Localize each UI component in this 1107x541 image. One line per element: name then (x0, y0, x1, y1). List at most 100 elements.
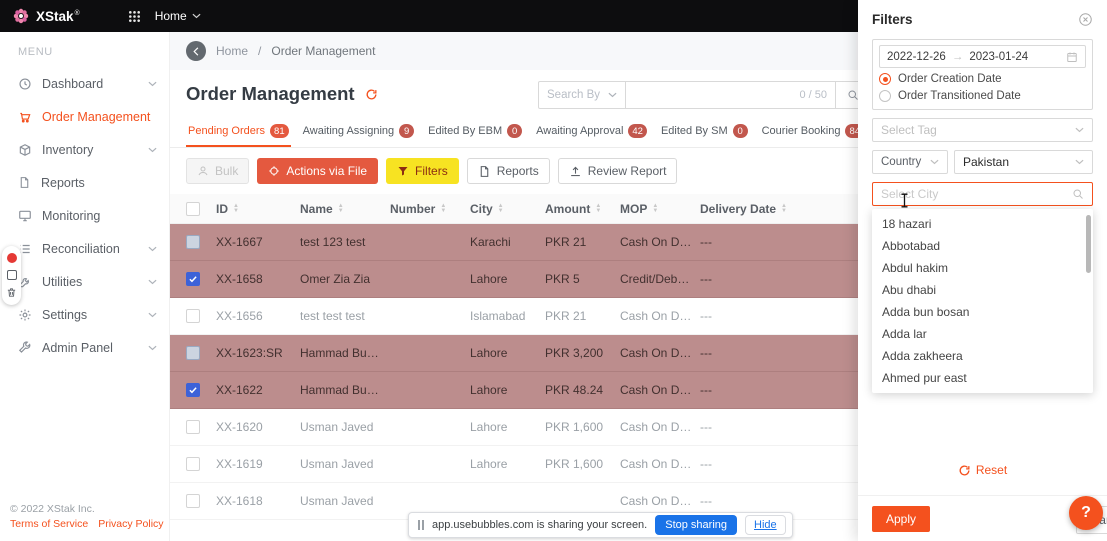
row-checkbox-cell (186, 383, 216, 397)
chevron-down-icon (1075, 127, 1084, 133)
cell-mop: Cash On Deliv... (620, 309, 700, 323)
column-label: Amount (545, 202, 590, 216)
sort-carets-icon: ▲▼ (652, 204, 658, 214)
chevron-down-icon (930, 159, 939, 165)
tab-edited-by-sm[interactable]: Edited By SM0 (659, 115, 750, 147)
column-label: MOP (620, 202, 647, 216)
breadcrumb-home[interactable]: Home (216, 44, 248, 58)
cell-city: Lahore (470, 420, 545, 434)
column-label: ID (216, 202, 228, 216)
tab-edited-by-ebm[interactable]: Edited By EBM0 (426, 115, 524, 147)
cell-name: test 123 test (300, 235, 390, 249)
city-option[interactable]: Ahmed pur east (872, 367, 1093, 389)
sidebar-item-order-management[interactable]: Order Management (0, 100, 169, 133)
row-checkbox[interactable] (186, 272, 200, 286)
xstak-logo-icon[interactable] (12, 7, 30, 25)
radio-order-transitioned-date[interactable]: Order Transitioned Date (879, 90, 1086, 102)
filters-drawer: Filters 2022-12-26 → 2023-01-24 Order Cr… (858, 0, 1107, 541)
trash-icon[interactable] (6, 287, 17, 298)
help-button[interactable]: ? (1069, 496, 1103, 530)
row-checkbox[interactable] (186, 420, 200, 434)
sidebar-item-admin-panel[interactable]: Admin Panel (0, 331, 169, 364)
country-value-dropdown[interactable]: Pakistan (954, 150, 1093, 174)
column-label: City (470, 202, 493, 216)
reset-label: Reset (976, 463, 1007, 477)
cell-del: --- (700, 457, 810, 471)
sort-carets-icon: ▲▼ (498, 204, 504, 214)
tab-pending-orders[interactable]: Pending Orders81 (186, 115, 291, 147)
sidebar-item-reports[interactable]: Reports (0, 166, 169, 199)
search-input[interactable]: 0 / 50 (626, 81, 836, 109)
city-placeholder: Select City (881, 187, 938, 201)
review-report-button[interactable]: Review Report (558, 158, 678, 184)
sidebar-item-monitoring[interactable]: Monitoring (0, 199, 169, 232)
apply-button[interactable]: Apply (872, 506, 930, 532)
sidebar-item-settings[interactable]: Settings (0, 298, 169, 331)
hide-button[interactable]: Hide (745, 515, 786, 535)
country-dropdown[interactable]: Country (872, 150, 948, 174)
column-header-mop[interactable]: MOP ▲▼ (620, 202, 700, 216)
tab-awaiting-assigning[interactable]: Awaiting Assigning9 (301, 115, 417, 147)
sidebar-item-inventory[interactable]: Inventory (0, 133, 169, 166)
stop-square-icon[interactable] (7, 270, 17, 280)
reset-button[interactable]: Reset (858, 463, 1107, 477)
privacy-policy-link[interactable]: Privacy Policy (98, 517, 163, 533)
column-header-city[interactable]: City ▲▼ (470, 202, 545, 216)
filters-button[interactable]: Filters (386, 158, 459, 184)
tab-awaiting-approval[interactable]: Awaiting Approval42 (534, 115, 649, 147)
terms-of-service-link[interactable]: Terms of Service (10, 517, 88, 533)
tab-courier-booking[interactable]: Courier Booking84 (760, 115, 866, 147)
cart-icon (18, 110, 32, 124)
sidebar-item-label: Inventory (42, 143, 93, 157)
stop-sharing-button[interactable]: Stop sharing (655, 515, 737, 535)
cell-id: XX-1618 (216, 494, 300, 508)
row-checkbox[interactable] (186, 457, 200, 471)
radio-creation-label: Order Creation Date (898, 73, 1002, 85)
chevron-down-icon (608, 92, 617, 98)
chevron-down-icon (148, 312, 157, 318)
city-option[interactable]: Adda lar (872, 323, 1093, 345)
cell-del: --- (700, 383, 810, 397)
actions-via-file-button[interactable]: Actions via File (257, 158, 378, 184)
row-checkbox[interactable] (186, 235, 200, 249)
select-tag-dropdown[interactable]: Select Tag (872, 118, 1093, 142)
row-checkbox[interactable] (186, 494, 200, 508)
sidebar-item-utilities[interactable]: Utilities (0, 265, 169, 298)
recorder-widget (2, 246, 21, 305)
column-header-number[interactable]: Number▲▼ (390, 202, 470, 216)
record-dot-icon[interactable] (7, 253, 17, 263)
column-header-amount[interactable]: Amount▲▼ (545, 202, 620, 216)
city-option[interactable]: Abbotabad (872, 235, 1093, 257)
page-title: Order Management (186, 83, 355, 105)
sidebar-item-label: Monitoring (42, 209, 100, 223)
sidebar-item-reconciliation[interactable]: Reconciliation (0, 232, 169, 265)
chevron-down-icon (1075, 159, 1084, 165)
copyright-text: © 2022 XStak Inc. (10, 502, 164, 518)
city-option[interactable]: Abdul hakim (872, 257, 1093, 279)
refresh-icon[interactable] (365, 88, 378, 101)
column-header-name[interactable]: Name▲▼ (300, 202, 390, 216)
city-option[interactable]: 18 hazari (872, 213, 1093, 235)
select-all-checkbox[interactable] (186, 202, 200, 216)
city-option[interactable]: Abu dhabi (872, 279, 1093, 301)
tab-count-badge: 0 (733, 124, 748, 138)
date-range-picker[interactable]: 2022-12-26 → 2023-01-24 (879, 45, 1086, 68)
bulk-button[interactable]: Bulk (186, 158, 249, 184)
row-checkbox[interactable] (186, 383, 200, 397)
city-option[interactable]: Adda bun bosan (872, 301, 1093, 323)
registered-mark: ® (75, 10, 80, 17)
nav-home[interactable]: Home (155, 9, 201, 23)
scrollbar-thumb[interactable] (1086, 215, 1091, 273)
city-option[interactable]: Adda zakheera (872, 345, 1093, 367)
column-header-id[interactable]: ID▲▼ (216, 202, 300, 216)
reports-button[interactable]: Reports (467, 158, 550, 184)
column-header-delivery-date[interactable]: Delivery Date▲▼ (700, 202, 810, 216)
sidebar-item-dashboard[interactable]: Dashboard (0, 67, 169, 100)
close-icon[interactable] (1078, 12, 1093, 27)
apps-grid-icon[interactable] (128, 10, 141, 23)
radio-order-creation-date[interactable]: Order Creation Date (879, 73, 1086, 85)
back-button[interactable] (186, 41, 206, 61)
search-by-dropdown[interactable]: Search By (538, 81, 626, 109)
row-checkbox[interactable] (186, 309, 200, 323)
row-checkbox[interactable] (186, 346, 200, 360)
